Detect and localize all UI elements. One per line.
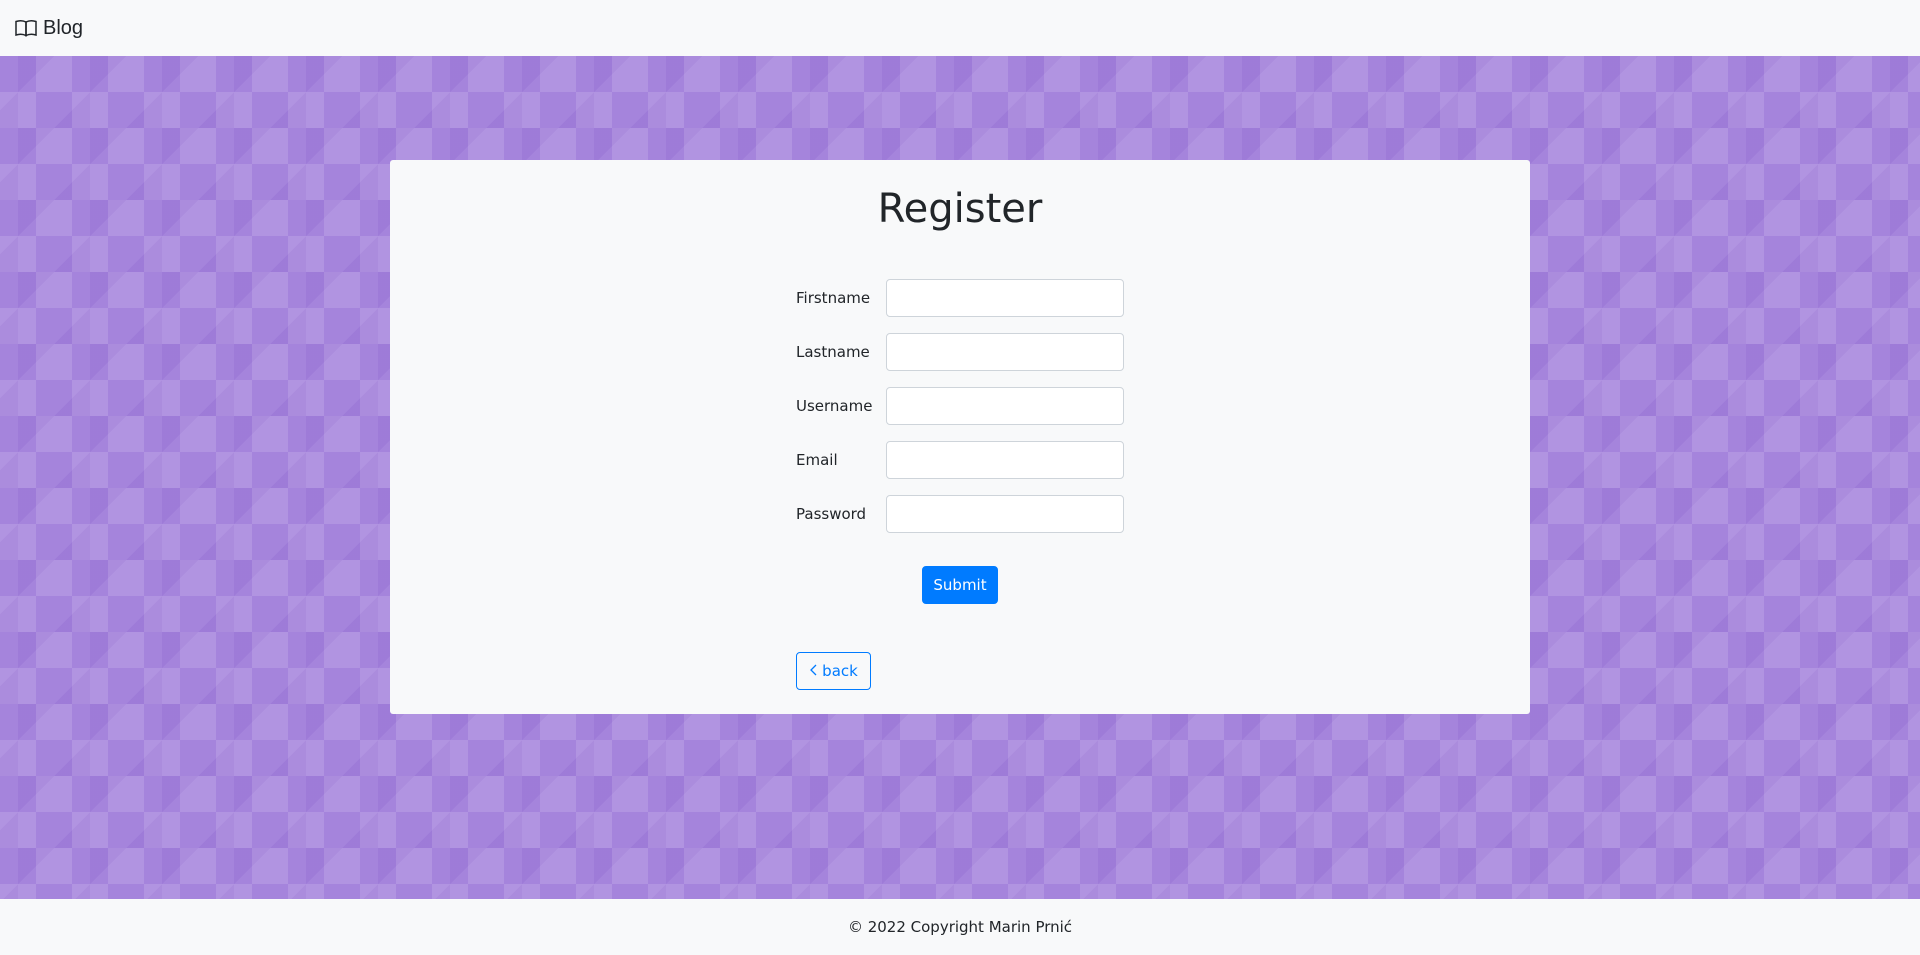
email-label: Email xyxy=(796,451,838,469)
back-button[interactable]: back xyxy=(796,652,871,690)
brand-label: Blog xyxy=(43,16,84,39)
page-title: Register xyxy=(877,186,1043,232)
lastname-input[interactable] xyxy=(886,333,1124,371)
lastname-row: Lastname xyxy=(796,333,1126,371)
password-label: Password xyxy=(796,505,867,523)
book-icon xyxy=(15,19,37,37)
register-card: Register Firstname Lastname Username Ema… xyxy=(390,160,1530,714)
password-row: Password xyxy=(796,495,1126,533)
back-label: back xyxy=(822,662,858,680)
username-input[interactable] xyxy=(886,387,1124,425)
brand-link[interactable]: Blog xyxy=(15,17,83,40)
firstname-input[interactable] xyxy=(886,279,1124,317)
email-row: Email xyxy=(796,441,1126,479)
copyright-text: © 2022 Copyright Marin Prnić xyxy=(847,918,1073,936)
username-row: Username xyxy=(796,387,1126,425)
chevron-left-icon xyxy=(809,662,819,680)
lastname-label: Lastname xyxy=(796,343,870,361)
submit-button[interactable]: Submit xyxy=(922,566,998,604)
firstname-row: Firstname xyxy=(796,279,1126,317)
main-background: Register Firstname Lastname Username Ema… xyxy=(0,56,1920,899)
password-input[interactable] xyxy=(886,495,1124,533)
email-input[interactable] xyxy=(886,441,1124,479)
footer: © 2022 Copyright Marin Prnić xyxy=(0,899,1920,955)
username-label: Username xyxy=(796,397,873,415)
firstname-label: Firstname xyxy=(796,289,871,307)
navbar: Blog xyxy=(0,0,1920,56)
